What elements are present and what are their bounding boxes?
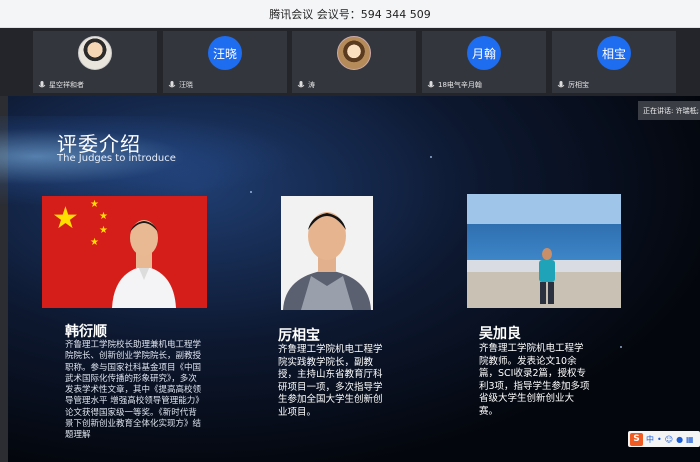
participant-tile[interactable]: 汪晓 汪晓	[163, 31, 287, 93]
participant-avatar	[337, 36, 371, 70]
judge-bio: 齐鲁理工学院机电工程学院实践教学院长，副教授，主持山东省教育厅科研项目一项，多次…	[278, 344, 383, 418]
flag-star-icon: ★	[90, 237, 99, 248]
flag-star-icon: ★	[52, 201, 79, 236]
keyboard-icon[interactable]: ▦	[686, 435, 694, 444]
participant-avatar: 相宝	[597, 36, 631, 70]
ime-mode-toggle[interactable]: 中	[646, 434, 654, 445]
voice-icon[interactable]: ●	[676, 435, 683, 444]
window-title-bar: 腾讯会议 会议号：594 344 509	[0, 0, 700, 28]
judge-bio: 齐鲁理工学院机电工程学院教师。发表论文10余篇，SCI收录2篇，授权专利3项，指…	[479, 343, 590, 417]
decorative-spark	[620, 346, 622, 348]
participant-name: 厉相宝	[568, 81, 589, 89]
judge-name: 吴加良	[479, 326, 521, 342]
person-figure	[283, 212, 371, 310]
judge-photo	[467, 194, 621, 308]
participant-name: 涛	[308, 81, 315, 89]
judge-name: 韩衍顺	[65, 324, 107, 340]
sogou-logo-icon: S	[630, 432, 643, 446]
participant-name: 汪晓	[179, 81, 193, 89]
judge-name: 厉相宝	[278, 328, 320, 344]
decorative-spark	[250, 191, 252, 193]
meeting-title: 腾讯会议 会议号：594 344 509	[269, 7, 431, 21]
person-figure	[112, 220, 176, 308]
participant-name: 星空祥和者	[49, 81, 84, 89]
participant-tile[interactable]: 星空祥和者	[33, 31, 157, 93]
mic-icon	[427, 80, 435, 87]
mic-icon	[168, 80, 176, 87]
participant-tile[interactable]: 涛	[292, 31, 416, 93]
emoji-icon[interactable]: ☺	[665, 435, 673, 444]
participant-tile[interactable]: 相宝 厉相宝	[552, 31, 676, 93]
person-figure	[539, 248, 555, 304]
punctuation-icon[interactable]: •	[657, 435, 662, 444]
speaking-indicator: 正在讲话: 许瑞柢;	[638, 101, 700, 120]
judge-photo	[281, 196, 373, 310]
mic-icon	[557, 80, 565, 87]
participant-avatar: 月翰	[467, 36, 501, 70]
ime-toolbar[interactable]: S 中 • ☺ ● ▦	[628, 431, 700, 447]
participant-gallery: 星空祥和者 汪晓 汪晓 涛 月翰 18电气辛月翰 相宝 厉相宝	[0, 28, 700, 96]
judge-bio: 齐鲁理工学院校长助理兼机电工程学院院长、创新创业学院院长，副教授职称。参与国家社…	[65, 340, 204, 441]
judge-photo: ★ ★ ★ ★ ★	[42, 196, 207, 308]
decorative-spark	[430, 156, 432, 158]
participant-avatar	[78, 36, 112, 70]
participant-avatar: 汪晓	[208, 36, 242, 70]
participant-name: 18电气辛月翰	[438, 81, 482, 89]
participant-tile[interactable]: 月翰 18电气辛月翰	[422, 31, 546, 93]
mic-icon	[297, 80, 305, 87]
slide-subtitle: The Judges to introduce	[57, 153, 176, 164]
flag-star-icon: ★	[90, 199, 99, 210]
mic-icon	[38, 80, 46, 87]
